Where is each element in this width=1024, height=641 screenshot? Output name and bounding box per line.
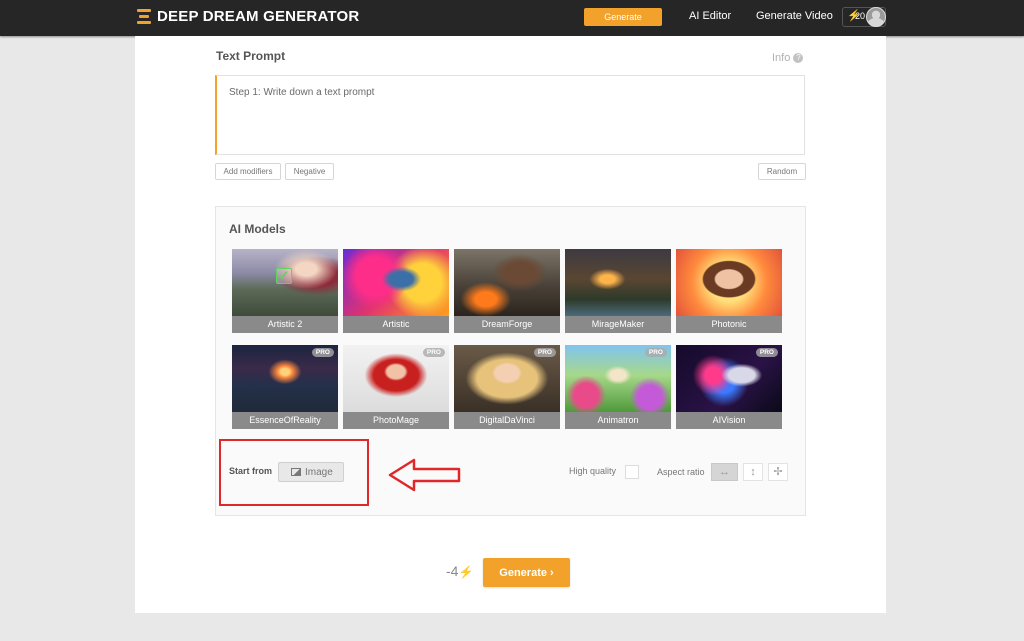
model-thumbnail — [343, 249, 449, 316]
pro-badge: PRO — [311, 348, 334, 357]
model-thumbnail — [676, 249, 782, 316]
model-card-dreamforge[interactable]: DreamForge — [454, 249, 560, 333]
nav-generate-button[interactable]: Generate — [584, 8, 662, 26]
model-label: Photonic — [676, 316, 782, 333]
top-navigation-bar: DEEP DREAM GENERATOR Generate AI Editor … — [0, 0, 1024, 36]
add-modifiers-button[interactable]: Add modifiers — [215, 163, 281, 180]
question-icon: ? — [793, 53, 804, 63]
model-label: Animatron — [565, 412, 671, 429]
model-card-photonic[interactable]: Photonic — [676, 249, 782, 333]
aspect-ratio-label: Aspect ratio — [657, 467, 705, 477]
high-quality-checkbox[interactable] — [625, 465, 639, 479]
generation-cost: -4⚡ — [446, 563, 473, 579]
brand-title[interactable]: DEEP DREAM GENERATOR — [157, 8, 359, 25]
logo-icon[interactable] — [137, 9, 151, 25]
lightning-icon: ⚡ — [458, 565, 474, 579]
model-label: Artistic 2 — [232, 316, 338, 333]
random-button[interactable]: Random — [758, 163, 806, 180]
model-label: DigitalDaVinci — [454, 412, 560, 429]
chevron-right-icon: › — [550, 566, 554, 579]
model-thumbnail — [565, 249, 671, 316]
model-card-photomage[interactable]: PRO PhotoMage — [343, 345, 449, 429]
aspect-ratio-portrait-button[interactable]: ↕ — [743, 463, 763, 481]
model-card-artistic[interactable]: Artistic — [343, 249, 449, 333]
high-quality-label: High quality — [569, 466, 617, 476]
model-label: AIVision — [676, 412, 782, 429]
model-label: MirageMaker — [565, 316, 671, 333]
energy-count: 20 — [855, 11, 866, 21]
ai-models-heading: AI Models — [229, 222, 286, 236]
model-label: Artistic — [343, 316, 449, 333]
aspect-ratio-landscape-button[interactable]: ↔ — [711, 463, 738, 481]
user-avatar[interactable] — [866, 7, 886, 27]
text-prompt-heading: Text Prompt — [216, 49, 286, 63]
model-card-miragemaker[interactable]: MirageMaker — [565, 249, 671, 333]
model-card-digitaldavinci[interactable]: PRO DigitalDaVinci — [454, 345, 560, 429]
generate-button[interactable]: Generate › — [483, 558, 570, 587]
model-card-artistic-2[interactable]: ✓ Artistic 2 — [232, 249, 338, 333]
main-content: Text Prompt Info ? Add modifiers Negativ… — [135, 36, 886, 613]
model-label: DreamForge — [454, 316, 560, 333]
pro-badge: PRO — [644, 348, 667, 357]
pro-badge: PRO — [755, 348, 778, 357]
nav-generate-video-link[interactable]: Generate Video — [756, 10, 833, 22]
info-link[interactable]: Info ? — [772, 52, 804, 64]
text-prompt-input[interactable] — [217, 76, 804, 154]
text-prompt-box — [215, 75, 805, 155]
model-card-essenceofreality[interactable]: PRO EssenceOfReality — [232, 345, 338, 429]
model-card-animatron[interactable]: PRO Animatron — [565, 345, 671, 429]
negative-button[interactable]: Negative — [285, 163, 334, 180]
pro-badge: PRO — [533, 348, 556, 357]
generate-label: Generate — [499, 566, 547, 579]
model-label: EssenceOfReality — [232, 412, 338, 429]
annotation-highlight-box — [219, 439, 369, 506]
model-label: PhotoMage — [343, 412, 449, 429]
selected-check-icon: ✓ — [276, 268, 292, 284]
model-thumbnail — [454, 249, 560, 316]
aspect-ratio-square-button[interactable]: ✢ — [768, 463, 788, 481]
pro-badge: PRO — [422, 348, 445, 357]
cost-value: -4 — [446, 563, 459, 579]
nav-ai-editor-link[interactable]: AI Editor — [689, 10, 731, 22]
annotation-arrow-icon — [388, 458, 461, 492]
info-label: Info — [772, 52, 791, 64]
model-card-aivision[interactable]: PRO AIVision — [676, 345, 782, 429]
